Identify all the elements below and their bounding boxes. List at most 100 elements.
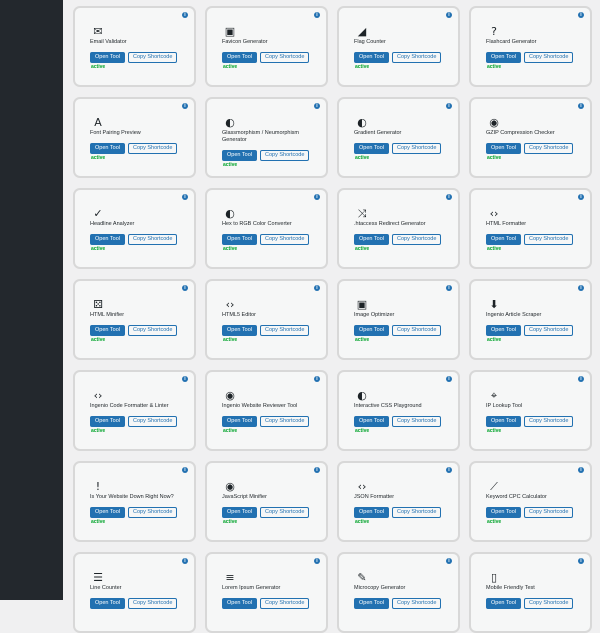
copy-shortcode-button[interactable]: Copy Shortcode (127, 143, 178, 154)
open-tool-button[interactable]: Open Tool (486, 143, 521, 154)
image-icon: ▣ (224, 24, 236, 38)
copy-shortcode-button[interactable]: Copy Shortcode (523, 52, 574, 63)
status-label: active (91, 337, 106, 343)
open-tool-button[interactable]: Open Tool (354, 507, 389, 518)
copy-shortcode-button[interactable]: Copy Shortcode (391, 52, 442, 63)
copy-shortcode-button[interactable]: Copy Shortcode (391, 143, 442, 154)
copy-shortcode-button[interactable]: Copy Shortcode (127, 234, 178, 245)
info-icon[interactable]: i (314, 103, 320, 109)
open-tool-button[interactable]: Open Tool (354, 143, 389, 154)
info-icon[interactable]: i (314, 558, 320, 564)
open-tool-button[interactable]: Open Tool (354, 234, 389, 245)
info-icon[interactable]: i (578, 12, 584, 18)
open-tool-button[interactable]: Open Tool (354, 52, 389, 63)
info-icon[interactable]: i (446, 558, 452, 564)
open-tool-button[interactable]: Open Tool (222, 416, 257, 427)
tool-actions: Open Tool Copy Shortcode (354, 325, 442, 336)
tool-card: i ⤨ .htaccess Redirect Generator Open To… (337, 188, 460, 269)
copy-shortcode-button[interactable]: Copy Shortcode (259, 507, 310, 518)
tool-actions: Open Tool Copy Shortcode (354, 234, 442, 245)
open-tool-button[interactable]: Open Tool (222, 52, 257, 63)
copy-shortcode-button[interactable]: Copy Shortcode (523, 234, 574, 245)
info-icon[interactable]: i (446, 285, 452, 291)
tool-actions: Open Tool Copy Shortcode (486, 325, 574, 336)
open-tool-button[interactable]: Open Tool (222, 150, 257, 161)
tool-actions: Open Tool Copy Shortcode (90, 325, 178, 336)
info-icon[interactable]: i (314, 376, 320, 382)
open-tool-button[interactable]: Open Tool (90, 234, 125, 245)
open-tool-button[interactable]: Open Tool (486, 416, 521, 427)
copy-shortcode-button[interactable]: Copy Shortcode (523, 416, 574, 427)
info-icon[interactable]: i (578, 194, 584, 200)
palette-icon: ◐ (357, 115, 367, 129)
open-tool-button[interactable]: Open Tool (486, 325, 521, 336)
open-tool-button[interactable]: Open Tool (354, 325, 389, 336)
info-icon[interactable]: i (578, 103, 584, 109)
tool-actions: Open Tool Copy Shortcode (222, 234, 310, 245)
tool-actions: Open Tool Copy Shortcode (222, 325, 310, 336)
copy-shortcode-button[interactable]: Copy Shortcode (127, 52, 178, 63)
list-icon: ☰ (93, 570, 103, 584)
copy-shortcode-button[interactable]: Copy Shortcode (523, 325, 574, 336)
tool-title: Is Your Website Down Right Now? (90, 494, 174, 500)
info-icon[interactable]: i (182, 194, 188, 200)
open-tool-button[interactable]: Open Tool (354, 416, 389, 427)
open-tool-button[interactable]: Open Tool (486, 234, 521, 245)
open-tool-button[interactable]: Open Tool (222, 234, 257, 245)
info-icon[interactable]: i (446, 12, 452, 18)
info-icon[interactable]: i (314, 285, 320, 291)
tool-title: Line Counter (90, 585, 122, 591)
info-icon[interactable]: i (446, 194, 452, 200)
copy-shortcode-button[interactable]: Copy Shortcode (259, 150, 310, 161)
copy-shortcode-button[interactable]: Copy Shortcode (259, 234, 310, 245)
open-tool-button[interactable]: Open Tool (90, 325, 125, 336)
open-tool-button[interactable]: Open Tool (486, 52, 521, 63)
open-tool-button[interactable]: Open Tool (90, 52, 125, 63)
copy-shortcode-button[interactable]: Copy Shortcode (259, 416, 310, 427)
info-icon[interactable]: i (314, 467, 320, 473)
copy-shortcode-button[interactable]: Copy Shortcode (523, 507, 574, 518)
status-label: active (355, 519, 370, 525)
info-icon[interactable]: i (578, 285, 584, 291)
info-icon[interactable]: i (446, 376, 452, 382)
tool-card: i ‹› HTML5 Editor Open Tool Copy Shortco… (205, 279, 328, 360)
info-icon[interactable]: i (446, 467, 452, 473)
info-icon[interactable]: i (182, 103, 188, 109)
copy-shortcode-button[interactable]: Copy Shortcode (127, 325, 178, 336)
palette-icon: ◐ (225, 206, 235, 220)
info-icon[interactable]: i (182, 558, 188, 564)
chart-line-icon: ⟋ (490, 479, 498, 493)
open-tool-button[interactable]: Open Tool (222, 325, 257, 336)
tool-actions: Open Tool Copy Shortcode (222, 416, 310, 427)
copy-shortcode-button[interactable]: Copy Shortcode (259, 52, 310, 63)
code-icon: ‹› (93, 388, 103, 402)
copy-shortcode-button[interactable]: Copy Shortcode (391, 325, 442, 336)
info-icon[interactable]: i (314, 12, 320, 18)
tool-title: HTML5 Editor (222, 312, 256, 318)
copy-shortcode-button[interactable]: Copy Shortcode (259, 325, 310, 336)
tool-card: i ? Flashcard Generator Open Tool Copy S… (469, 6, 592, 87)
info-icon[interactable]: i (446, 103, 452, 109)
info-icon[interactable]: i (182, 12, 188, 18)
copy-shortcode-button[interactable]: Copy Shortcode (391, 416, 442, 427)
open-tool-button[interactable]: Open Tool (222, 507, 257, 518)
copy-shortcode-button[interactable]: Copy Shortcode (391, 507, 442, 518)
info-icon[interactable]: i (182, 376, 188, 382)
copy-shortcode-button[interactable]: Copy Shortcode (523, 143, 574, 154)
copy-shortcode-button[interactable]: Copy Shortcode (391, 234, 442, 245)
info-icon[interactable]: i (314, 194, 320, 200)
copy-shortcode-button[interactable]: Copy Shortcode (127, 416, 178, 427)
open-tool-button[interactable]: Open Tool (486, 507, 521, 518)
chart-area-icon: ◢ (357, 24, 367, 38)
dice-icon: ⚄ (93, 297, 103, 311)
open-tool-button[interactable]: Open Tool (90, 507, 125, 518)
info-icon[interactable]: i (578, 376, 584, 382)
info-icon[interactable]: i (182, 467, 188, 473)
admin-sidebar (0, 0, 63, 600)
info-icon[interactable]: i (578, 467, 584, 473)
open-tool-button[interactable]: Open Tool (90, 143, 125, 154)
info-icon[interactable]: i (182, 285, 188, 291)
copy-shortcode-button[interactable]: Copy Shortcode (127, 507, 178, 518)
info-icon[interactable]: i (578, 558, 584, 564)
open-tool-button[interactable]: Open Tool (90, 416, 125, 427)
